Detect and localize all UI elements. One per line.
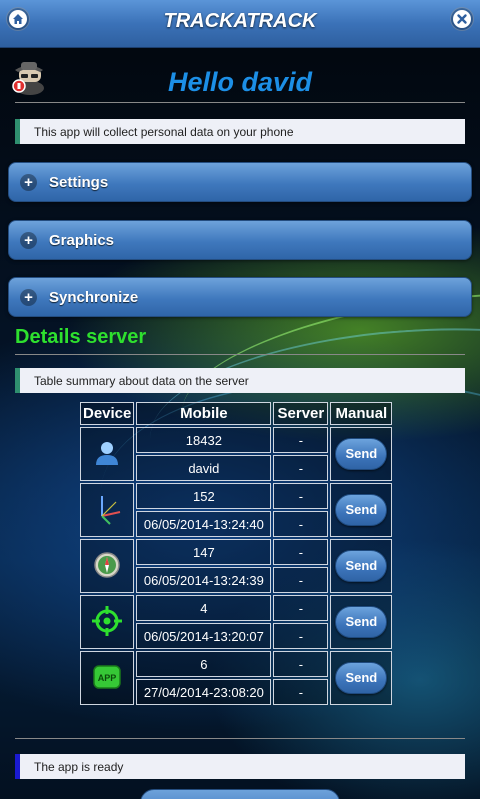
app-icon: APP (92, 664, 122, 695)
device-cell (80, 483, 135, 537)
server-value: - (273, 651, 329, 677)
table-summary-text: Table summary about data on the server (34, 374, 249, 388)
details-title: Details server (15, 326, 147, 348)
server-value: - (273, 679, 329, 705)
server-value: - (273, 623, 329, 649)
send-button[interactable]: Send (335, 494, 388, 526)
table-row: 18432 - Send (80, 427, 393, 481)
status-bar: The app is ready (15, 754, 465, 779)
compass-icon (93, 551, 121, 582)
server-details-table: Device Mobile Server Manual 18432 - Send… (78, 400, 394, 707)
table-summary: Table summary about data on the server (15, 368, 465, 393)
table-row: 147 - Send (80, 539, 393, 593)
privacy-notice-text: This app will collect personal data on y… (34, 125, 294, 139)
header-device: Device (80, 402, 135, 425)
header-manual: Manual (330, 402, 393, 425)
device-cell (80, 427, 135, 481)
table-row: 4 - Send (80, 595, 393, 649)
send-button[interactable]: Send (335, 606, 388, 638)
server-value: - (273, 483, 329, 509)
section-settings[interactable]: + Settings (8, 162, 472, 202)
divider (15, 354, 465, 355)
plus-icon: + (20, 174, 37, 191)
app-title: TRACKATRACK (163, 10, 317, 32)
device-cell (80, 595, 135, 649)
mobile-value: 152 (136, 483, 272, 509)
mobile-value: 4 (136, 595, 272, 621)
table-header-row: Device Mobile Server Manual (80, 402, 393, 425)
mobile-value: david (136, 455, 272, 481)
mobile-value: 06/05/2014-13:24:39 (136, 567, 272, 593)
divider (15, 102, 465, 103)
server-value: - (273, 427, 329, 453)
device-cell (80, 539, 135, 593)
plus-icon: + (20, 232, 37, 249)
axes-icon (90, 495, 124, 529)
manual-cell: Send (330, 651, 393, 705)
close-button[interactable] (450, 7, 474, 31)
device-cell: APP (80, 651, 135, 705)
manual-cell: Send (330, 483, 393, 537)
status-text: The app is ready (34, 760, 124, 774)
section-label: Graphics (49, 232, 115, 249)
mobile-value: 6 (136, 651, 272, 677)
section-label: Settings (49, 174, 109, 191)
greeting-text: Hello david (167, 67, 313, 97)
close-icon (453, 10, 471, 28)
section-synchronize[interactable]: + Synchronize (8, 277, 472, 317)
manual-cell: Send (330, 595, 393, 649)
server-value: - (273, 595, 329, 621)
mobile-value: 147 (136, 539, 272, 565)
table-row: 152 - Send (80, 483, 393, 537)
server-value: - (273, 567, 329, 593)
divider (15, 738, 465, 739)
server-value: - (273, 455, 329, 481)
svg-text:APP: APP (98, 673, 117, 683)
plus-icon: + (20, 289, 37, 306)
manual-cell: Send (330, 427, 393, 481)
send-button[interactable]: Send (335, 662, 388, 694)
table-row: APP 6 - Send (80, 651, 393, 705)
section-graphics[interactable]: + Graphics (8, 220, 472, 260)
mobile-value: 18432 (136, 427, 272, 453)
mobile-value: 06/05/2014-13:20:07 (136, 623, 272, 649)
bottom-action-button[interactable] (140, 789, 340, 799)
privacy-notice: This app will collect personal data on y… (15, 119, 465, 144)
user-icon (92, 441, 122, 471)
server-value: - (273, 511, 329, 537)
mobile-value: 06/05/2014-13:24:40 (136, 511, 272, 537)
send-button[interactable]: Send (335, 550, 388, 582)
target-icon (91, 605, 123, 640)
manual-cell: Send (330, 539, 393, 593)
server-value: - (273, 539, 329, 565)
section-label: Synchronize (49, 289, 139, 306)
header-server: Server (273, 402, 329, 425)
header-mobile: Mobile (136, 402, 272, 425)
send-button[interactable]: Send (335, 438, 388, 470)
mobile-value: 27/04/2014-23:08:20 (136, 679, 272, 705)
app-header: TRACKATRACK (0, 0, 480, 48)
